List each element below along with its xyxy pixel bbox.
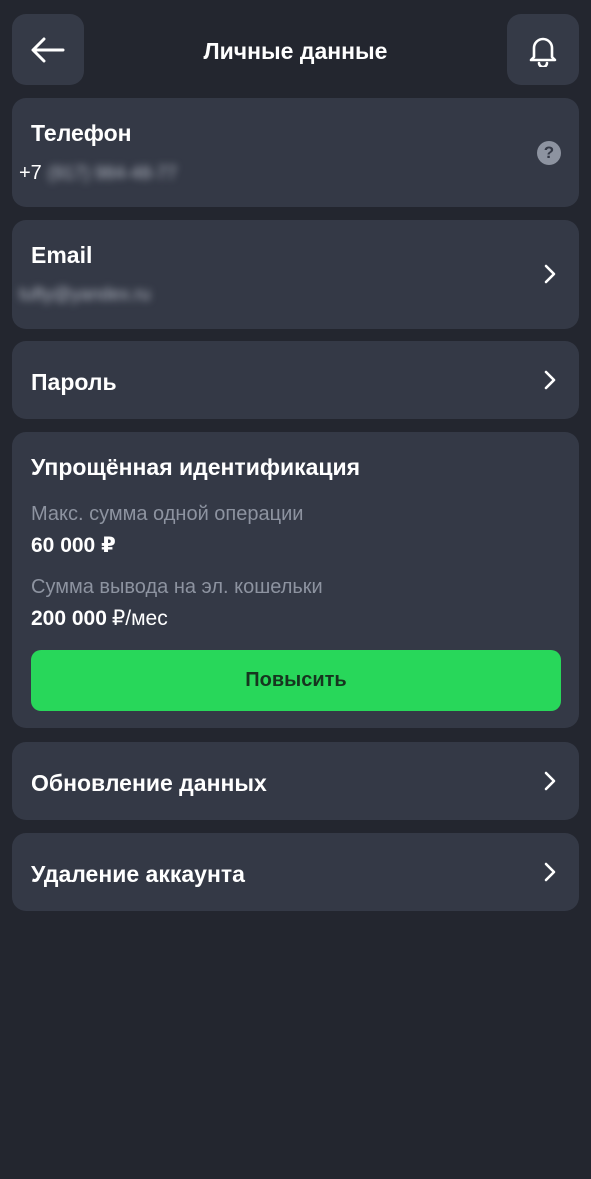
max-operation-value: 60 000	[31, 534, 96, 557]
notifications-button[interactable]	[507, 14, 579, 85]
chevron-right-icon	[544, 771, 556, 791]
phone-value: +7 (917) 984-48-77	[19, 162, 177, 185]
upgrade-button[interactable]: Повысить	[31, 650, 561, 711]
delete-account-label: Удаление аккаунта	[31, 861, 245, 887]
phone-prefix: +7	[19, 162, 42, 184]
withdraw-amount: 200 000 ₽/мес	[31, 606, 168, 631]
email-card[interactable]: Email	[12, 220, 579, 329]
withdraw-label: Сумма вывода на эл. кошельки	[31, 576, 323, 598]
page-title: Личные данные	[203, 38, 388, 64]
delete-account-card[interactable]: Удаление аккаунта	[12, 833, 579, 911]
password-label: Пароль	[31, 369, 117, 395]
max-operation-amount: 60 000 ₽	[31, 533, 116, 558]
question-circle-icon[interactable]: ?	[537, 141, 561, 165]
chevron-right-icon	[544, 862, 556, 882]
identification-title: Упрощённая идентификация	[31, 454, 361, 480]
email-label: Email	[31, 242, 93, 268]
email-value-masked: tufty@yandex.ru	[19, 284, 151, 304]
chevron-right-icon	[544, 370, 556, 390]
phone-card: Телефон	[12, 98, 579, 207]
update-data-label: Обновление данных	[31, 770, 267, 796]
phone-label: Телефон	[31, 120, 132, 146]
phone-number-masked: (917) 984-48-77	[47, 163, 177, 183]
chevron-right-icon	[544, 264, 556, 284]
withdraw-unit: ₽/мес	[111, 607, 168, 630]
withdraw-value: 200 000	[31, 607, 107, 630]
bell-icon	[529, 37, 557, 67]
top-bar: Личные данные	[0, 0, 591, 100]
max-operation-currency: ₽	[101, 534, 116, 557]
max-operation-label: Макс. сумма одной операции	[31, 503, 304, 525]
password-card[interactable]: Пароль	[12, 341, 579, 419]
update-data-card[interactable]: Обновление данных	[12, 742, 579, 820]
